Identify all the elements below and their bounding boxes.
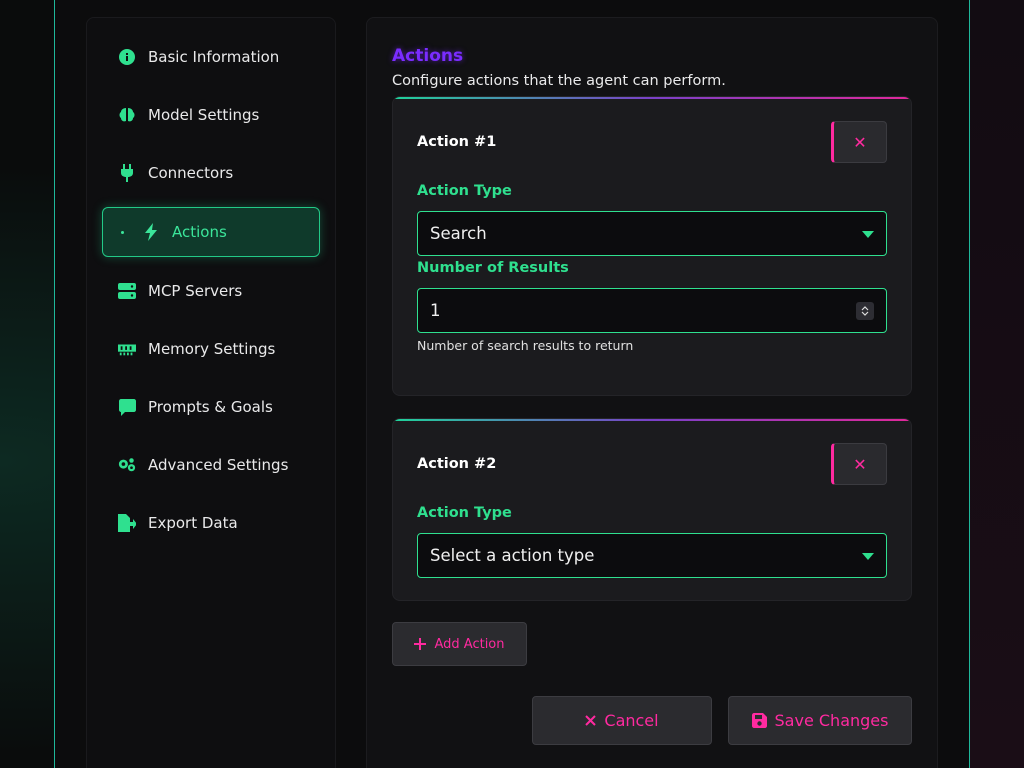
number-stepper[interactable] bbox=[856, 302, 874, 320]
action-type-select[interactable]: Select a action type bbox=[417, 533, 887, 578]
save-changes-label: Save Changes bbox=[774, 711, 889, 730]
save-icon bbox=[751, 713, 767, 728]
caret-down-icon bbox=[862, 553, 874, 560]
sidebar-item-label: Advanced Settings bbox=[148, 456, 289, 474]
plus-icon bbox=[414, 638, 427, 650]
brain-icon bbox=[118, 106, 136, 124]
sidebar-item-advanced-settings[interactable]: Advanced Settings bbox=[102, 440, 320, 490]
sidebar-item-label: MCP Servers bbox=[148, 282, 243, 300]
close-icon bbox=[585, 715, 597, 726]
page-title: Actions bbox=[392, 46, 464, 66]
file-export-icon bbox=[118, 514, 136, 532]
action-title: Action #2 bbox=[417, 456, 497, 472]
close-icon: ✕ bbox=[853, 132, 867, 152]
caret-down-icon bbox=[862, 231, 874, 238]
action-card-1: Action #1 ✕ Action Type Search Number of… bbox=[392, 96, 912, 396]
remove-action-button[interactable]: ✕ bbox=[831, 443, 887, 485]
number-of-results-hint: Number of search results to return bbox=[417, 338, 634, 353]
sidebar-item-label: Memory Settings bbox=[148, 340, 276, 358]
sidebar-item-memory-settings[interactable]: Memory Settings bbox=[102, 324, 320, 374]
remove-action-button[interactable]: ✕ bbox=[831, 121, 887, 163]
action-type-label: Action Type bbox=[417, 183, 512, 199]
bolt-icon bbox=[142, 223, 160, 241]
number-of-results-value: 1 bbox=[430, 301, 441, 320]
sidebar-item-basic-information[interactable]: Basic Information bbox=[102, 32, 320, 82]
action-type-select[interactable]: Search bbox=[417, 211, 887, 256]
comment-icon bbox=[118, 398, 136, 416]
sidebar-item-export-data[interactable]: Export Data bbox=[102, 498, 320, 548]
save-changes-button[interactable]: Save Changes bbox=[728, 696, 912, 745]
action-card-2: Action #2 ✕ Action Type Select a action … bbox=[392, 418, 912, 601]
sidebar-item-label: Prompts & Goals bbox=[148, 398, 273, 416]
memory-icon bbox=[118, 340, 136, 358]
sidebar-item-label: Export Data bbox=[148, 514, 238, 532]
action-type-value: Select a action type bbox=[430, 546, 595, 565]
action-type-label: Action Type bbox=[417, 505, 512, 521]
cancel-label: Cancel bbox=[604, 711, 659, 730]
action-title: Action #1 bbox=[417, 134, 497, 150]
action-type-value: Search bbox=[430, 224, 487, 243]
page-description: Configure actions that the agent can per… bbox=[392, 73, 726, 89]
sidebar-item-label: Model Settings bbox=[148, 106, 260, 124]
sidebar-item-prompts-goals[interactable]: Prompts & Goals bbox=[102, 382, 320, 432]
sidebar-item-label: Basic Information bbox=[148, 48, 280, 66]
sidebar-item-model-settings[interactable]: Model Settings bbox=[102, 90, 320, 140]
add-action-button[interactable]: Add Action bbox=[392, 622, 527, 666]
plug-icon bbox=[118, 164, 136, 182]
sidebar-item-mcp-servers[interactable]: MCP Servers bbox=[102, 266, 320, 316]
sidebar-item-actions[interactable]: Actions bbox=[102, 207, 320, 257]
sidebar-item-label: Actions bbox=[172, 223, 227, 241]
server-icon bbox=[118, 282, 136, 300]
close-icon: ✕ bbox=[853, 454, 867, 474]
stepper-arrows-icon bbox=[861, 306, 869, 316]
cancel-button[interactable]: Cancel bbox=[532, 696, 712, 745]
active-indicator-dot bbox=[121, 230, 124, 234]
sidebar-item-connectors[interactable]: Connectors bbox=[102, 148, 320, 198]
info-circle-icon bbox=[118, 48, 136, 66]
gears-icon bbox=[118, 456, 136, 474]
sidebar-item-label: Connectors bbox=[148, 164, 234, 182]
number-of-results-label: Number of Results bbox=[417, 260, 569, 276]
add-action-label: Add Action bbox=[434, 636, 505, 652]
number-of-results-input[interactable]: 1 bbox=[417, 288, 887, 333]
